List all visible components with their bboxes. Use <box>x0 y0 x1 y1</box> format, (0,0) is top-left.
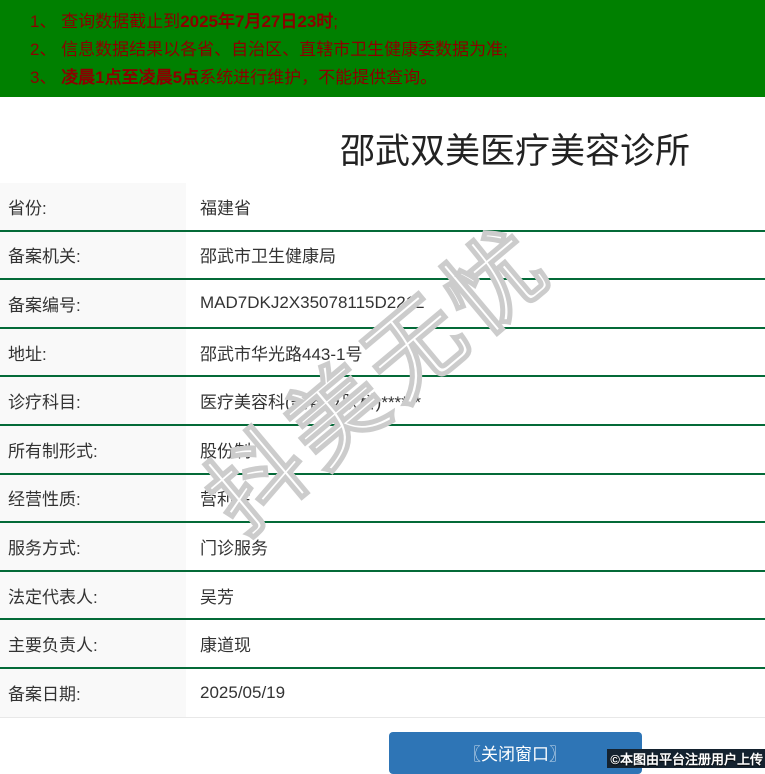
field-label: 备案编号: <box>0 280 186 327</box>
table-row-main-person-in-charge: 主要负责人: 康道现 <box>0 620 765 669</box>
field-value: 康道现 <box>200 636 251 656</box>
field-label: 服务方式: <box>0 523 186 570</box>
clinic-info-table: 省份: 福建省 备案机关: 邵武市卫生健康局 备案编号: MAD7DKJ2X35… <box>0 183 765 718</box>
table-row-province: 省份: 福建省 <box>0 183 765 232</box>
field-value: 门诊服务 <box>200 538 268 558</box>
notice-banner: 1、 查询数据截止到2025年7月27日23时; 2、 信息数据结果以各省、自治… <box>0 0 765 97</box>
field-value: MAD7DKJ2X35078115D2212 <box>200 293 425 313</box>
field-label: 所有制形式: <box>0 425 186 473</box>
notice-line-2: 2、 信息数据结果以各省、自治区、直辖市卫生健康委数据为准; <box>30 36 755 64</box>
page-content: 邵武双美医疗美容诊所 省份: 福建省 备案机关: 邵武市卫生健康局 备案编号: … <box>0 130 765 774</box>
notice-line-1: 1、 查询数据截止到2025年7月27日23时; <box>30 8 755 36</box>
notice-line-3-text: 3、 <box>30 68 62 87</box>
notice-line-1-text: 1、 查询数据截止到 <box>30 12 181 31</box>
notice-line-3: 3、 凌晨1点至凌晨5点系统进行维护，不能提供查询。 <box>30 64 755 92</box>
field-value: 营利性 <box>200 490 251 510</box>
table-row-registration-date: 备案日期: 2025/05/19 <box>0 668 765 718</box>
table-row-operating-nature: 经营性质: 营利性 <box>0 474 765 524</box>
copyright-badge: ©本图由平台注册用户上传 <box>607 749 765 768</box>
field-value: 医疗美容科(美容皮肤科)****** <box>200 393 422 413</box>
table-row-registration-number: 备案编号: MAD7DKJ2X35078115D2212 <box>0 280 765 329</box>
table-row-registration-authority: 备案机关: 邵武市卫生健康局 <box>0 231 765 281</box>
field-label: 经营性质: <box>0 474 186 522</box>
notice-line-3-bold: 凌晨1点至凌晨5点 <box>61 68 200 87</box>
notice-line-3-tail: 系统进行维护，不能提供查询。 <box>199 68 438 87</box>
field-label: 诊疗科目: <box>0 377 186 424</box>
field-label: 省份: <box>0 183 186 230</box>
table-row-service-mode: 服务方式: 门诊服务 <box>0 523 765 572</box>
field-value: 福建省 <box>200 198 251 218</box>
table-row-legal-representative: 法定代表人: 吴芳 <box>0 571 765 621</box>
clinic-title: 邵武双美医疗美容诊所 <box>339 132 690 171</box>
field-value: 邵武市卫生健康局 <box>200 247 336 267</box>
notice-line-1-bold: 2025年7月27日23时 <box>180 12 334 31</box>
field-label: 地址: <box>0 328 186 376</box>
field-label: 主要负责人: <box>0 620 186 667</box>
field-value: 2025/05/19 <box>200 682 286 702</box>
field-label: 法定代表人: <box>0 571 186 619</box>
close-window-button[interactable]: 〖关闭窗口〗 <box>388 731 642 774</box>
field-value: 吴芳 <box>200 587 234 607</box>
table-row-address: 地址: 邵武市华光路443-1号 <box>0 328 765 378</box>
field-label: 备案日期: <box>0 668 186 717</box>
notice-line-2-text: 2、 信息数据结果以各省、自治区、直辖市卫生健康委数据为准; <box>30 40 508 59</box>
field-value: 股份制 <box>200 441 251 461</box>
field-value: 邵武市华光路443-1号 <box>200 344 363 364</box>
table-row-ownership-form: 所有制形式: 股份制 <box>0 425 765 475</box>
table-row-treatment-subjects: 诊疗科目: 医疗美容科(美容皮肤科)****** <box>0 377 765 426</box>
notice-line-1-tail: ; <box>333 12 339 31</box>
field-label: 备案机关: <box>0 231 186 279</box>
